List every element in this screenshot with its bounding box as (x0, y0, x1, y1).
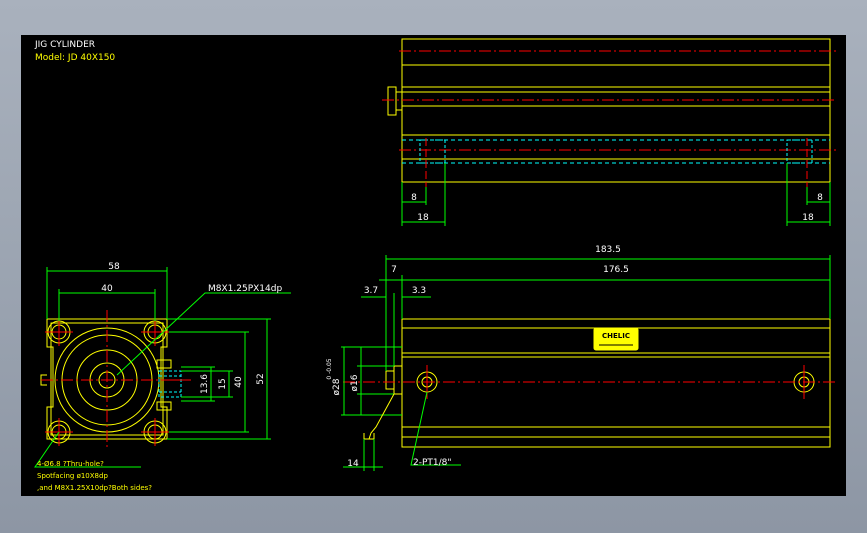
dim-end-52: 52 (256, 373, 266, 384)
dim-end-15: 15 (218, 378, 228, 389)
cad-drawing-canvas: CHELIC JIG CYLINDER Model: JD 40X150 8 1… (21, 35, 846, 496)
note-spotfacing: Spotfacing ø10X8dp (37, 472, 108, 480)
port-callout: M8X1.25PX14dp (208, 284, 282, 294)
dim-side-3-3: 3.3 (412, 286, 426, 296)
drawing-model: Model: JD 40X150 (35, 53, 115, 63)
dim-end-58: 58 (108, 262, 120, 272)
dim-side-boss-dia: ø28 (332, 378, 342, 395)
end-view (34, 267, 291, 468)
dim-side-7: 7 (391, 265, 397, 275)
label-plate-text: CHELIC (602, 332, 630, 340)
dim-top-18-left: 18 (417, 213, 429, 223)
dim-side-boss-tolerance: 0 -0.05 (326, 358, 333, 379)
dim-side-rod-dia: ø16 (350, 374, 360, 391)
dim-top-18-right: 18 (802, 213, 814, 223)
dim-side-176-5: 176.5 (603, 265, 629, 275)
dim-top-8-right: 8 (817, 193, 823, 203)
drawing-title: JIG CYLINDER (34, 40, 95, 50)
drawing-svg: CHELIC JIG CYLINDER Model: JD 40X150 8 1… (34, 38, 836, 492)
port-note: 2-PT1/8" (413, 458, 452, 468)
note-thru-hole: 4-Ø6.8 ?Thru-hole? (37, 460, 104, 468)
dim-top-8-left: 8 (411, 193, 417, 203)
top-view (382, 38, 836, 226)
dim-end-40-height: 40 (234, 376, 244, 388)
note-tapped: ,and M8X1.25X10dp?Both sides? (37, 484, 152, 492)
dim-end-13-6: 13.6 (200, 374, 210, 394)
dim-side-183-5: 183.5 (595, 245, 621, 255)
dim-side-14: 14 (347, 459, 359, 469)
dim-side-3-7: 3.7 (364, 286, 378, 296)
dim-end-40-width: 40 (101, 284, 113, 294)
